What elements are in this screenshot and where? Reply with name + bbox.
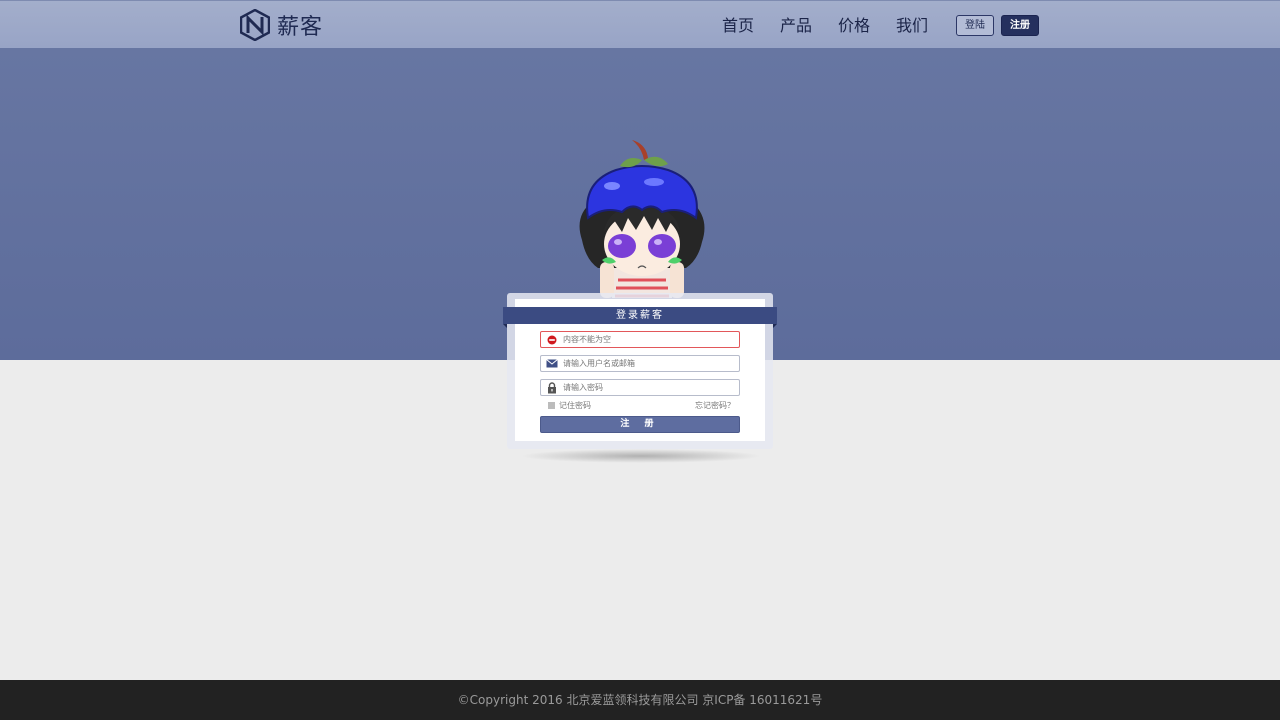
- username-field[interactable]: [540, 355, 740, 372]
- login-button[interactable]: 登陆: [956, 15, 994, 36]
- mascot-illustration: [579, 140, 705, 298]
- nav-item-products[interactable]: 产品: [776, 15, 816, 37]
- password-field[interactable]: [540, 379, 740, 396]
- lock-icon: [546, 381, 558, 394]
- brand-logo-icon: [240, 9, 270, 41]
- top-nav-bar: 薪客 首页 产品 价格 我们 登陆 注册: [0, 0, 1280, 48]
- envelope-icon: [546, 358, 558, 370]
- password-input[interactable]: [563, 383, 733, 392]
- nav-item-about[interactable]: 我们: [892, 15, 932, 37]
- username-input[interactable]: [563, 359, 733, 368]
- remember-password[interactable]: 记住密码: [548, 400, 591, 411]
- forgot-password-link[interactable]: 忘记密码？: [695, 400, 735, 411]
- remember-checkbox[interactable]: [548, 402, 555, 409]
- submit-button[interactable]: 注 册: [540, 416, 740, 433]
- nav-item-home[interactable]: 首页: [718, 15, 758, 37]
- brand-name: 薪客: [277, 15, 324, 40]
- login-card-title: 登录薪客: [503, 307, 777, 328]
- remember-label: 记住密码: [559, 401, 591, 410]
- footer-copyright: ©Copyright 2016 北京爱蓝领科技有限公司 京ICP备 160116…: [457, 693, 823, 707]
- nav-item-pricing[interactable]: 价格: [834, 15, 874, 37]
- register-button[interactable]: 注册: [1001, 15, 1039, 36]
- error-icon: [546, 334, 558, 346]
- error-message-text: 内容不能为空: [563, 335, 611, 344]
- main-nav: 首页 产品 价格 我们: [700, 15, 932, 37]
- footer: ©Copyright 2016 北京爱蓝领科技有限公司 京ICP备 160116…: [0, 680, 1280, 720]
- card-shadow: [520, 449, 762, 463]
- brand-logo[interactable]: 薪客: [240, 9, 323, 41]
- error-message-field: 内容不能为空: [540, 331, 740, 348]
